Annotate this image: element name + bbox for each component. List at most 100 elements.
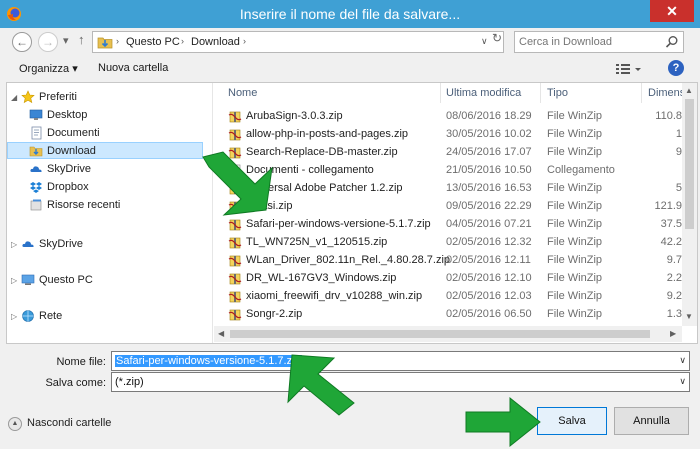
forward-button[interactable]: → <box>38 32 58 52</box>
chevron-down-icon[interactable]: ∨ <box>679 355 686 366</box>
scroll-up-icon[interactable]: ▲ <box>685 86 693 95</box>
file-name: Documenti - collegamento <box>246 164 374 176</box>
file-type: File WinZip <box>547 182 603 194</box>
close-button[interactable]: ✕ <box>650 0 694 22</box>
file-name: WLan_Driver_802.11n_Rel._4.80.28.7.zip <box>246 254 451 266</box>
column-separator[interactable] <box>440 83 441 103</box>
sidebar-group-network[interactable]: Rete <box>21 308 171 325</box>
breadcrumb-item-questo-pc[interactable]: Questo PC <box>126 36 180 48</box>
file-date: 13/05/2016 16.53 <box>446 182 532 194</box>
collapse-up-icon: ▲ <box>8 417 22 431</box>
search-box[interactable] <box>514 31 684 53</box>
view-options-icon[interactable] <box>614 60 642 78</box>
sidebar-item-label: Risorse recenti <box>47 199 121 211</box>
documents-icon <box>31 126 42 140</box>
column-separator[interactable] <box>540 83 541 103</box>
dropbox-icon <box>30 182 42 193</box>
sidebar-item-dropbox[interactable]: Dropbox <box>29 179 189 196</box>
file-name: xiaomi_freewifi_drv_v10288_win.zip <box>246 290 423 302</box>
file-row[interactable]: WLan_Driver_802.11n_Rel._4.80.28.7.zip 0… <box>214 252 682 270</box>
file-row[interactable]: TL_WN725N_v1_120515.zip 02/05/2016 12.32… <box>214 234 682 252</box>
collapse-favorites-icon[interactable]: ◢ <box>11 93 17 102</box>
scroll-right-icon[interactable]: ▶ <box>670 329 676 338</box>
recent-icon <box>30 199 42 211</box>
expand-skydrive-icon[interactable]: ▷ <box>11 240 17 249</box>
sidebar-item-label: Dropbox <box>47 181 89 193</box>
star-icon <box>21 90 35 104</box>
window-title: Inserire il nome del file da salvare... <box>239 6 461 22</box>
filename-value[interactable]: Safari-per-windows-versione-5.1.7.zip <box>115 355 302 367</box>
scroll-left-icon[interactable]: ◀ <box>218 329 224 338</box>
skydrive-icon <box>22 241 34 247</box>
file-row[interactable]: Search-Replace-DB-master.zip 24/05/2016 … <box>214 144 682 162</box>
breadcrumb-separator: › <box>243 36 246 46</box>
navigation-pane[interactable]: ◢ Preferiti Desktop Documenti Download S… <box>7 83 207 343</box>
search-input[interactable] <box>519 34 659 50</box>
vertical-scrollbar[interactable]: ▲ ▼ <box>682 83 697 326</box>
file-date: 02/05/2016 12.11 <box>446 254 531 266</box>
sidebar-item-skydrive[interactable]: SkyDrive <box>29 161 189 178</box>
expand-network-icon[interactable]: ▷ <box>11 312 17 321</box>
pane-divider[interactable] <box>212 83 213 343</box>
back-button[interactable]: ← <box>12 32 32 52</box>
sidebar-group-this-pc[interactable]: Questo PC <box>21 272 171 289</box>
scrollbar-thumb[interactable] <box>685 99 694 229</box>
help-button[interactable]: ? <box>668 60 684 76</box>
sidebar-item-download[interactable]: Download <box>7 142 203 159</box>
address-dropdown-icon[interactable]: ∨ <box>481 36 488 47</box>
refresh-button[interactable]: ↻ <box>488 31 506 47</box>
column-header-modified[interactable]: Ultima modifica <box>446 83 521 103</box>
sidebar-group-favorites[interactable]: Preferiti <box>21 89 171 106</box>
file-row[interactable]: 50tasi.zip 09/05/2016 22.29 File WinZip … <box>214 198 682 216</box>
shortcut-icon <box>229 164 241 178</box>
filename-field[interactable]: Safari-per-windows-versione-5.1.7.zip ∨ <box>111 351 690 371</box>
recent-locations-button[interactable]: ▾ <box>63 34 69 47</box>
file-type: File WinZip <box>547 128 603 140</box>
file-size: 110.8 <box>655 110 682 122</box>
file-name: DR_WL-167GV3_Windows.zip <box>246 272 397 284</box>
file-date: 24/05/2016 17.07 <box>446 146 532 158</box>
computer-icon <box>21 274 35 285</box>
download-folder-icon <box>29 146 43 157</box>
scroll-down-icon[interactable]: ▼ <box>685 312 693 321</box>
scrollbar-thumb[interactable] <box>230 330 650 338</box>
file-date: 02/05/2016 12.10 <box>446 272 532 284</box>
breadcrumb-separator: › <box>116 36 119 46</box>
file-date: 30/05/2016 10.02 <box>446 128 532 140</box>
title-bar: Inserire il nome del file da salvare... … <box>0 0 700 28</box>
file-row[interactable]: Universal Adobe Patcher 1.2.zip 13/05/20… <box>214 180 682 198</box>
column-header-name[interactable]: Nome <box>228 83 257 103</box>
file-row[interactable]: Safari-per-windows-versione-5.1.7.zip 04… <box>214 216 682 234</box>
breadcrumb-item-download[interactable]: Download <box>191 36 240 48</box>
organize-button[interactable]: Organizza ▾ <box>19 62 78 75</box>
save-button[interactable]: Salva <box>537 407 607 435</box>
chevron-down-icon[interactable]: ∨ <box>679 376 686 387</box>
cancel-button[interactable]: Annulla <box>614 407 689 435</box>
new-folder-button[interactable]: Nuova cartella <box>98 62 168 74</box>
sidebar-item-label: Documenti <box>47 127 100 139</box>
winzip-file-icon <box>228 147 242 159</box>
file-row[interactable]: ArubaSign-3.0.3.zip 08/06/2016 18.29 Fil… <box>214 108 682 126</box>
file-row[interactable]: Documenti - collegamento 21/05/2016 10.5… <box>214 162 682 180</box>
file-name: Universal Adobe Patcher 1.2.zip <box>246 182 403 194</box>
address-bar[interactable]: › Questo PC › Download › ∨ <box>92 31 504 53</box>
sidebar-item-desktop[interactable]: Desktop <box>29 107 189 124</box>
file-name: 50tasi.zip <box>246 200 293 212</box>
file-row[interactable]: DR_WL-167GV3_Windows.zip 02/05/2016 12.1… <box>214 270 682 288</box>
expand-this-pc-icon[interactable]: ▷ <box>11 276 17 285</box>
file-row[interactable]: Songr-2.zip 02/05/2016 06.50 File WinZip… <box>214 306 682 324</box>
column-header-type[interactable]: Tipo <box>547 83 568 103</box>
sidebar-item-documents[interactable]: Documenti <box>29 125 189 142</box>
savetype-select[interactable]: (*.zip) ∨ <box>111 372 690 392</box>
file-row[interactable]: xiaomi_freewifi_drv_v10288_win.zip 02/05… <box>214 288 682 306</box>
sidebar-group-skydrive[interactable]: SkyDrive <box>21 236 171 253</box>
column-separator[interactable] <box>641 83 642 103</box>
sidebar-group-label: Rete <box>39 310 63 322</box>
up-button[interactable]: ↑ <box>78 32 85 47</box>
sidebar-item-label: SkyDrive <box>47 163 92 175</box>
sidebar-item-recent[interactable]: Risorse recenti <box>29 197 189 214</box>
column-header-size[interactable]: Dimensione <box>648 83 682 103</box>
file-row[interactable]: allow-php-in-posts-and-pages.zip 30/05/2… <box>214 126 682 144</box>
file-name: allow-php-in-posts-and-pages.zip <box>246 128 409 140</box>
horizontal-scrollbar[interactable]: ◀ ▶ <box>214 326 682 342</box>
